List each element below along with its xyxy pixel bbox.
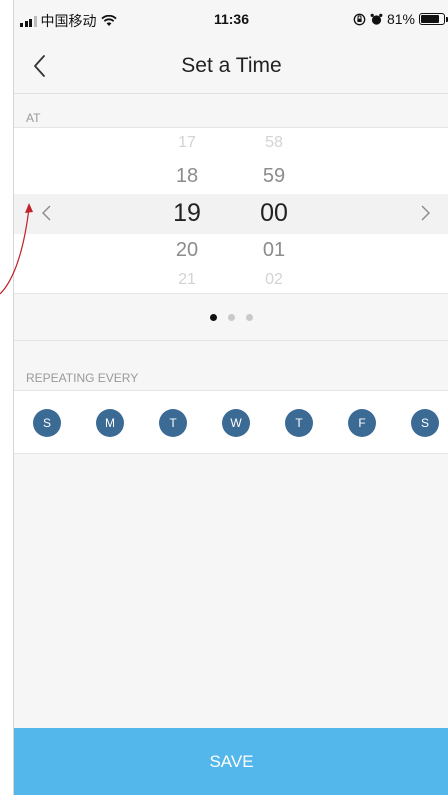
minute-option[interactable]: 02 [244,271,304,289]
page-dot[interactable] [228,314,235,321]
day-toggle-thursday[interactable]: T [285,409,313,437]
alarm-icon [370,13,383,25]
page-dot[interactable] [210,314,217,321]
page-indicator [14,295,448,341]
chevron-right-icon [421,205,430,221]
status-right: 81% [353,11,448,27]
day-toggle-sunday[interactable]: S [33,409,61,437]
repeat-section-label: REPEATING EVERY [26,371,139,385]
navigation-bar: Set a Time [14,38,448,94]
picker-prev-button[interactable] [36,201,58,225]
battery-icon [419,13,448,25]
phone-screen: 中国移动 11:36 81% Set a Time AT 17 18 19 20… [13,0,448,795]
hour-option[interactable]: 17 [157,134,217,152]
selected-hour[interactable]: 19 [157,199,217,228]
minute-option[interactable]: 01 [244,239,304,262]
minute-option[interactable]: 59 [244,165,304,188]
day-toggle-saturday[interactable]: S [411,409,439,437]
day-toggle-tuesday[interactable]: T [159,409,187,437]
hour-option[interactable]: 18 [157,165,217,188]
status-bar: 中国移动 11:36 81% [14,0,448,38]
annotation-margin [0,0,13,795]
chevron-left-icon [42,205,51,221]
picker-next-button[interactable] [414,201,436,225]
day-toggle-monday[interactable]: M [96,409,124,437]
selected-minute[interactable]: 00 [244,199,304,228]
day-toggle-friday[interactable]: F [348,409,376,437]
orientation-lock-icon [353,13,366,25]
hour-option[interactable]: 21 [157,271,217,289]
day-toggle-wednesday[interactable]: W [222,409,250,437]
at-section-label: AT [26,111,41,125]
battery-fill [421,15,439,23]
time-picker[interactable]: 17 18 19 20 21 58 59 00 01 02 [14,127,448,294]
picker-selection-band [14,194,448,234]
weekday-selector: S M T W T F S [14,390,448,454]
hour-option[interactable]: 20 [157,239,217,262]
page-dot[interactable] [246,314,253,321]
minute-option[interactable]: 58 [244,134,304,152]
page-title: Set a Time [181,54,282,77]
battery-percent: 81% [386,11,415,27]
save-button[interactable]: SAVE [14,728,448,795]
